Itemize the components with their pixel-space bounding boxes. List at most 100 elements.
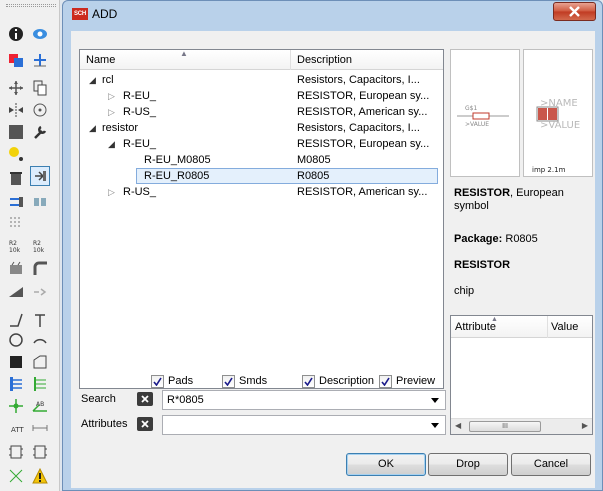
mark-icon[interactable] bbox=[30, 50, 50, 70]
value-icon[interactable]: R2 10k bbox=[30, 236, 50, 256]
svg-text:>VALUE: >VALUE bbox=[465, 121, 489, 128]
svg-text:10k: 10k bbox=[9, 247, 21, 254]
warning-icon[interactable] bbox=[30, 466, 50, 486]
copy-icon[interactable] bbox=[30, 78, 50, 98]
tree-row-r-eu-r0805-selected[interactable]: R-EU_R0805 R0805 bbox=[136, 168, 438, 184]
paint-icon[interactable] bbox=[6, 144, 26, 164]
clear-icon bbox=[141, 420, 149, 428]
dropdown-arrow-icon[interactable] bbox=[431, 398, 439, 403]
gateswap-icon[interactable] bbox=[30, 192, 50, 212]
search-combobox[interactable]: R*0805 bbox=[162, 390, 446, 410]
rotate-icon[interactable] bbox=[30, 100, 50, 120]
device-title: RESISTOR, European symbol bbox=[454, 187, 564, 212]
wire-icon[interactable] bbox=[6, 310, 26, 330]
dropdown-arrow-icon[interactable] bbox=[431, 423, 439, 428]
horizontal-scrollbar[interactable]: ◀ III ▶ bbox=[451, 418, 592, 434]
clear-attributes-button[interactable] bbox=[137, 417, 153, 431]
replace-icon[interactable] bbox=[6, 212, 26, 232]
preview-checkbox[interactable]: Preview bbox=[379, 374, 435, 388]
description-checkbox[interactable]: Description bbox=[302, 374, 374, 388]
window-title: ADD bbox=[92, 7, 118, 21]
move-icon[interactable] bbox=[6, 78, 26, 98]
scroll-thumb[interactable]: III bbox=[469, 421, 541, 432]
delete-icon[interactable] bbox=[6, 168, 26, 188]
scroll-right-icon[interactable]: ▶ bbox=[582, 421, 588, 430]
tree-header: Name ▲ Description bbox=[80, 50, 443, 70]
checkmark-icon bbox=[222, 374, 235, 388]
pinswap-icon[interactable] bbox=[6, 192, 26, 212]
polygon-icon[interactable] bbox=[30, 352, 50, 372]
dialog-body: Name ▲ Description ◢ rcl Resistors, Capa… bbox=[71, 31, 595, 488]
svg-text:10k: 10k bbox=[33, 247, 45, 254]
collapsed-icon[interactable]: ▷ bbox=[108, 104, 115, 120]
circle-icon[interactable] bbox=[6, 330, 26, 350]
toolbar-grip[interactable] bbox=[6, 4, 56, 7]
clear-icon bbox=[141, 395, 149, 403]
resistor-symbol-icon: G$1 >VALUE bbox=[457, 105, 509, 128]
net-icon[interactable] bbox=[30, 374, 50, 394]
svg-text:imp 2.1m: imp 2.1m bbox=[532, 166, 566, 174]
tree-row-resistor[interactable]: ◢ resistor Resistors, Capacitors, I... bbox=[80, 120, 443, 136]
column-value[interactable]: Value bbox=[551, 321, 578, 333]
tree-row-r-eu-m0805[interactable]: R-EU_M0805 M0805 bbox=[80, 152, 443, 168]
scroll-left-icon[interactable]: ◀ bbox=[455, 421, 461, 430]
ok-button[interactable]: OK bbox=[346, 453, 426, 476]
column-description[interactable]: Description bbox=[291, 50, 444, 70]
junction-icon[interactable] bbox=[6, 396, 26, 416]
smds-checkbox[interactable]: Smds bbox=[222, 374, 267, 388]
dimension-icon[interactable] bbox=[30, 418, 50, 438]
column-name[interactable]: Name ▲ bbox=[80, 50, 291, 70]
ratsnest-icon[interactable] bbox=[6, 466, 26, 486]
cancel-button[interactable]: Cancel bbox=[511, 453, 591, 476]
device-description: chip bbox=[454, 285, 475, 297]
group-icon[interactable] bbox=[6, 122, 26, 142]
search-input[interactable]: R*0805 bbox=[167, 394, 204, 406]
pads-checkbox[interactable]: Pads bbox=[151, 374, 193, 388]
attribute-table[interactable]: Attribute ▲ Value ◀ III ▶ bbox=[450, 315, 593, 435]
title-bar[interactable]: SCH ADD bbox=[63, 1, 602, 27]
errors-icon[interactable] bbox=[30, 442, 50, 462]
name-icon[interactable]: R2 10k bbox=[6, 236, 26, 256]
drop-button[interactable]: Drop bbox=[428, 453, 508, 476]
close-button[interactable] bbox=[553, 2, 596, 21]
expanded-icon[interactable]: ◢ bbox=[89, 72, 96, 88]
sort-up-icon: ▲ bbox=[180, 49, 188, 58]
tree-row-rcl[interactable]: ◢ rcl Resistors, Capacitors, I... bbox=[80, 72, 443, 88]
change-icon[interactable] bbox=[30, 122, 50, 142]
tree-row-resistor-r-us[interactable]: ▷ R-US_ RESISTOR, American sy... bbox=[80, 184, 443, 200]
checkmark-icon bbox=[302, 374, 315, 388]
miter-icon[interactable] bbox=[30, 258, 50, 278]
svg-text:R2: R2 bbox=[9, 240, 17, 247]
expanded-icon[interactable]: ◢ bbox=[108, 136, 115, 152]
tree-row-rcl-r-eu[interactable]: ▷ R-EU_ RESISTOR, European sy... bbox=[80, 88, 443, 104]
svg-text:G$1: G$1 bbox=[465, 105, 477, 112]
attribute-icon[interactable]: ATT bbox=[6, 418, 26, 438]
mirror-icon[interactable] bbox=[6, 100, 26, 120]
smash-icon[interactable] bbox=[6, 258, 26, 278]
label-icon[interactable]: AB bbox=[30, 396, 50, 416]
tree-row-resistor-r-eu[interactable]: ◢ R-EU_ RESISTOR, European sy... bbox=[80, 136, 443, 152]
library-tree[interactable]: Name ▲ Description ◢ rcl Resistors, Capa… bbox=[79, 49, 444, 389]
show-icon[interactable] bbox=[30, 24, 50, 44]
collapsed-icon[interactable]: ▷ bbox=[108, 184, 115, 200]
invoke-icon[interactable] bbox=[30, 282, 50, 302]
search-label: Search bbox=[81, 393, 116, 405]
package-preview: >NAME >VALUE imp 2.1m bbox=[523, 49, 593, 177]
tree-row-rcl-r-us[interactable]: ▷ R-US_ RESISTOR, American sy... bbox=[80, 104, 443, 120]
add-icon[interactable] bbox=[30, 166, 50, 186]
text-icon[interactable] bbox=[30, 310, 50, 330]
column-attribute[interactable]: Attribute bbox=[455, 321, 496, 333]
split-icon[interactable] bbox=[6, 282, 26, 302]
info-icon[interactable] bbox=[6, 24, 26, 44]
clear-search-button[interactable] bbox=[137, 392, 153, 406]
attributes-combobox[interactable] bbox=[162, 415, 446, 435]
display-layers-icon[interactable] bbox=[6, 50, 26, 70]
rect-icon[interactable] bbox=[6, 352, 26, 372]
bus-icon[interactable] bbox=[6, 374, 26, 394]
erc-icon[interactable] bbox=[6, 442, 26, 462]
expanded-icon[interactable]: ◢ bbox=[89, 120, 96, 136]
collapsed-icon[interactable]: ▷ bbox=[108, 88, 115, 104]
close-icon bbox=[569, 6, 580, 17]
arc-icon[interactable] bbox=[30, 330, 50, 350]
command-toolbar: R2 10k R2 10k AB ATT bbox=[0, 0, 60, 491]
